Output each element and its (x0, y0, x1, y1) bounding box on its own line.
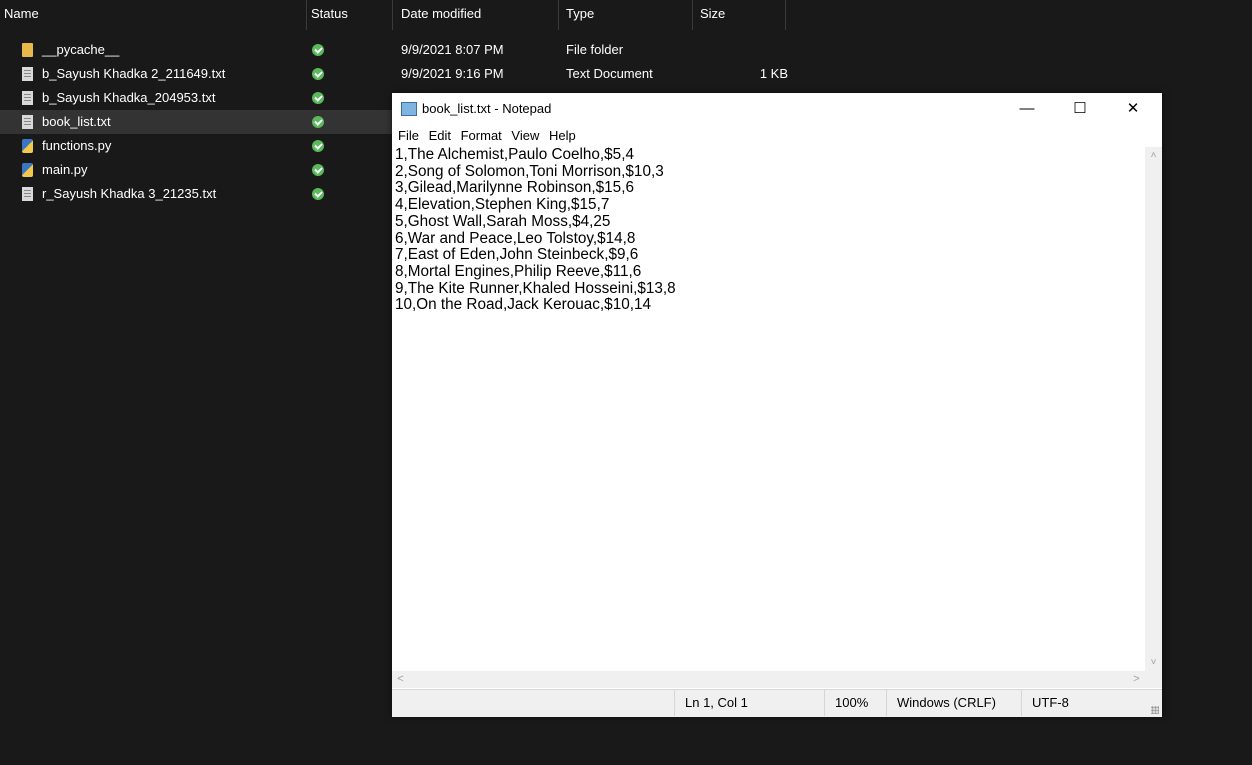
maximize-button[interactable]: ☐ (1057, 93, 1103, 125)
file-name: book_list.txt (42, 114, 111, 129)
column-date-modified[interactable]: Date modified (397, 0, 557, 30)
file-row[interactable]: b_Sayush Khadka 2_211649.txt 9/9/2021 9:… (0, 62, 1252, 86)
cursor-position: Ln 1, Col 1 (674, 690, 824, 716)
status-bar: Ln 1, Col 1 100% Windows (CRLF) UTF-8 (392, 689, 1162, 717)
window-title: book_list.txt - Notepad (422, 101, 552, 116)
python-file-icon (22, 139, 33, 153)
sync-ok-icon (312, 116, 324, 128)
column-name[interactable]: Name (0, 0, 306, 30)
column-size[interactable]: Size (696, 0, 784, 30)
column-header: Name Status Date modified Type Size (0, 0, 1252, 30)
sync-ok-icon (312, 164, 324, 176)
file-name: b_Sayush Khadka 2_211649.txt (42, 66, 226, 81)
text-file-icon (22, 187, 33, 201)
sync-ok-icon (312, 68, 324, 80)
menu-help[interactable]: Help (549, 126, 576, 146)
file-size: 1 KB (759, 66, 788, 81)
file-name: functions.py (42, 138, 112, 153)
title-bar[interactable]: book_list.txt - Notepad — ☐ ✕ (392, 93, 1162, 125)
text-file-icon (22, 91, 33, 105)
menu-format[interactable]: Format (461, 126, 502, 146)
sync-ok-icon (312, 92, 324, 104)
menu-edit[interactable]: Edit (429, 126, 451, 146)
folder-icon (22, 43, 33, 57)
file-date: 9/9/2021 9:16 PM (401, 66, 504, 81)
resize-grip-icon[interactable] (1151, 706, 1159, 714)
scroll-right-icon[interactable]: > (1128, 671, 1145, 688)
file-date: 9/9/2021 8:07 PM (401, 42, 504, 57)
sync-ok-icon (312, 188, 324, 200)
file-type: Text Document (566, 66, 653, 81)
file-name: r_Sayush Khadka 3_21235.txt (42, 186, 217, 201)
close-button[interactable]: ✕ (1110, 93, 1156, 125)
sync-ok-icon (312, 140, 324, 152)
menu-file[interactable]: File (398, 126, 419, 146)
column-type[interactable]: Type (562, 0, 690, 30)
scroll-left-icon[interactable]: < (392, 671, 409, 688)
column-divider[interactable] (558, 0, 559, 30)
scroll-up-icon[interactable]: ˄ (1145, 147, 1162, 164)
python-file-icon (22, 163, 33, 177)
scrollbar-corner (1145, 671, 1162, 688)
sync-ok-icon (312, 44, 324, 56)
menu-bar: File Edit Format View Help (392, 126, 1162, 146)
file-name: b_Sayush Khadka_204953.txt (42, 90, 216, 105)
file-row-selected[interactable]: book_list.txt (0, 110, 392, 134)
minimize-button[interactable]: — (1004, 93, 1050, 125)
text-file-icon (22, 67, 33, 81)
vertical-scrollbar[interactable]: ˄ ˅ (1145, 147, 1162, 671)
column-status[interactable]: Status (307, 0, 392, 30)
encoding: UTF-8 (1021, 690, 1145, 716)
file-name: __pycache__ (42, 42, 120, 57)
text-file-icon (22, 115, 33, 129)
file-type: File folder (566, 42, 624, 57)
file-row[interactable]: __pycache__ 9/9/2021 8:07 PM File folder (0, 38, 1252, 62)
file-name: main.py (42, 162, 88, 177)
horizontal-scrollbar[interactable]: < > (392, 671, 1145, 688)
menu-view[interactable]: View (511, 126, 539, 146)
column-divider[interactable] (392, 0, 393, 30)
column-divider[interactable] (785, 0, 786, 30)
zoom-level: 100% (824, 690, 886, 716)
text-editor[interactable]: 1,The Alchemist,Paulo Coelho,$5,4 2,Song… (395, 146, 1143, 669)
column-divider[interactable] (692, 0, 693, 30)
line-ending: Windows (CRLF) (886, 690, 1021, 716)
notepad-icon (401, 102, 417, 116)
notepad-window[interactable]: book_list.txt - Notepad — ☐ ✕ File Edit … (392, 93, 1162, 717)
scroll-down-icon[interactable]: ˅ (1145, 654, 1162, 671)
